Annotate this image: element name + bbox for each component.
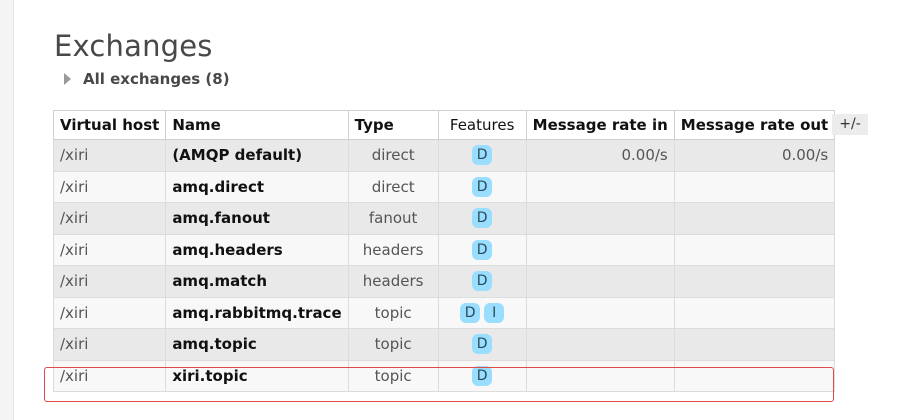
table-row: /xiri amq.match headers D (52, 265, 836, 298)
cell-virtual-host: /xiri (52, 328, 167, 361)
table-header-row: Virtual host Name Type Features Message … (52, 110, 836, 140)
columns-toggle-button[interactable]: +/- (832, 114, 868, 135)
column-header-name[interactable]: Name (165, 110, 349, 140)
cell-features: D (437, 233, 527, 266)
cell-features: D (437, 139, 527, 172)
exchange-name-link[interactable]: amq.topic (165, 328, 349, 361)
cell-virtual-host: /xiri (52, 170, 167, 203)
feature-badge: D (472, 365, 493, 386)
cell-message-rate-out (673, 296, 836, 329)
table-row: /xiri amq.fanout fanout D (52, 202, 836, 235)
page-title: Exchanges (54, 29, 213, 63)
feature-badge: D (472, 239, 493, 260)
cell-virtual-host: /xiri (52, 265, 167, 298)
exchanges-table: Virtual host Name Type Features Message … (52, 110, 836, 392)
cell-message-rate-in (525, 233, 675, 266)
feature-badge: D (472, 334, 493, 355)
exchange-name-link[interactable]: (AMQP default) (165, 139, 349, 172)
column-header-virtual-host[interactable]: Virtual host (52, 110, 167, 140)
cell-type: headers (347, 233, 439, 266)
cell-type: headers (347, 265, 439, 298)
cell-message-rate-out (673, 265, 836, 298)
feature-badge: D (472, 271, 493, 292)
cell-message-rate-in (525, 296, 675, 329)
cell-message-rate-in: 0.00/s (525, 139, 675, 172)
feature-badge: D (472, 208, 493, 229)
cell-features: D (437, 328, 527, 361)
exchange-name-link[interactable]: amq.rabbitmq.trace (165, 296, 349, 329)
table-row: /xiri amq.rabbitmq.trace topic D I (52, 296, 836, 329)
cell-virtual-host: /xiri (52, 139, 167, 172)
cell-virtual-host: /xiri (52, 359, 167, 392)
column-header-message-rate-in[interactable]: Message rate in (525, 110, 675, 140)
cell-virtual-host: /xiri (52, 202, 167, 235)
exchange-name-link[interactable]: amq.fanout (165, 202, 349, 235)
exchange-name-link[interactable]: amq.direct (165, 170, 349, 203)
cell-message-rate-in (525, 202, 675, 235)
column-header-type[interactable]: Type (347, 110, 439, 140)
column-header-features: Features (437, 110, 527, 140)
column-header-message-rate-out[interactable]: Message rate out (673, 110, 836, 140)
cell-type: topic (347, 328, 439, 361)
cell-message-rate-out (673, 328, 836, 361)
table-row: /xiri amq.topic topic D (52, 328, 836, 361)
cell-virtual-host: /xiri (52, 296, 167, 329)
table-row: /xiri xiri.topic topic D (52, 359, 836, 392)
all-exchanges-toggle[interactable]: All exchanges (8) (64, 68, 230, 90)
cell-type: topic (347, 359, 439, 392)
cell-type: topic (347, 296, 439, 329)
cell-message-rate-in (525, 265, 675, 298)
cell-message-rate-out (673, 202, 836, 235)
cell-message-rate-out: 0.00/s (673, 139, 836, 172)
cell-features: D (437, 170, 527, 203)
cell-message-rate-in (525, 359, 675, 392)
exchange-name-link[interactable]: xiri.topic (165, 359, 349, 392)
cell-type: direct (347, 170, 439, 203)
feature-badge: D (472, 145, 493, 166)
feature-badge: D (460, 302, 481, 323)
cell-message-rate-in (525, 328, 675, 361)
table-row: /xiri amq.headers headers D (52, 233, 836, 266)
section-label: All exchanges (8) (83, 70, 230, 88)
cell-type: direct (347, 139, 439, 172)
triangle-right-icon (64, 73, 71, 85)
table-row: /xiri (AMQP default) direct D 0.00/s 0.00/s (52, 139, 836, 172)
cell-features: D (437, 265, 527, 298)
cell-features: D (437, 359, 527, 392)
exchange-name-link[interactable]: amq.match (165, 265, 349, 298)
cell-message-rate-out (673, 233, 836, 266)
cell-features: D (437, 202, 527, 235)
feature-badge: D (472, 176, 493, 197)
cell-virtual-host: /xiri (52, 233, 167, 266)
cell-type: fanout (347, 202, 439, 235)
feature-badge: I (484, 302, 505, 323)
table-row: /xiri amq.direct direct D (52, 170, 836, 203)
exchange-name-link[interactable]: amq.headers (165, 233, 349, 266)
cell-message-rate-out (673, 359, 836, 392)
cell-message-rate-in (525, 170, 675, 203)
cell-message-rate-out (673, 170, 836, 203)
left-sidebar-strip (0, 0, 14, 420)
cell-features: DI (437, 296, 527, 329)
